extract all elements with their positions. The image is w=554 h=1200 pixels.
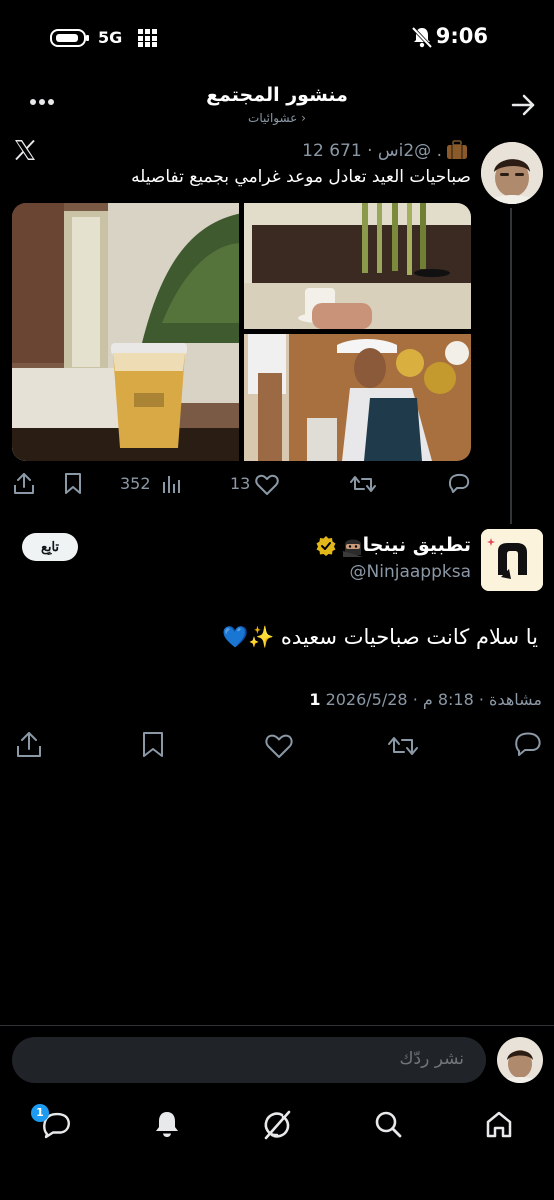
repost-icon[interactable] bbox=[350, 474, 376, 494]
network-type: 5G bbox=[98, 28, 123, 47]
post-meta: 1 مشاهدة · 8:18 م · 2026/5/28 bbox=[309, 690, 542, 709]
x-logo-icon bbox=[14, 139, 36, 161]
search-icon[interactable] bbox=[374, 1110, 402, 1138]
author-name[interactable]: تطبيق نينجا bbox=[363, 534, 471, 556]
clock: 9:06 bbox=[435, 24, 488, 48]
bookmark-icon[interactable] bbox=[142, 732, 164, 757]
views-icon[interactable] bbox=[161, 474, 181, 494]
repost-icon[interactable] bbox=[388, 734, 418, 758]
author-handle[interactable]: @Ninjaappksa bbox=[350, 562, 471, 582]
thread-line bbox=[510, 208, 512, 524]
reply-input[interactable]: نشر ردّك bbox=[12, 1037, 486, 1083]
reply-icon[interactable] bbox=[514, 732, 542, 757]
reply-icon[interactable] bbox=[448, 473, 470, 494]
home-icon[interactable] bbox=[485, 1110, 513, 1138]
ninja-emoji-icon bbox=[341, 535, 365, 557]
like-icon[interactable] bbox=[265, 734, 293, 758]
verified-badge-icon bbox=[316, 536, 336, 556]
share-icon[interactable] bbox=[14, 473, 34, 494]
notifications-icon[interactable] bbox=[154, 1110, 180, 1138]
photo-planter-coffee bbox=[244, 203, 471, 329]
grok-icon[interactable] bbox=[262, 1110, 292, 1140]
photo-cafe-drink bbox=[12, 203, 242, 461]
views-count: 352 bbox=[120, 474, 151, 493]
back-arrow-icon[interactable] bbox=[511, 94, 535, 116]
reply-placeholder: نشر ردّك bbox=[399, 1049, 464, 1069]
post-text: يا سلام كانت صباحيات سعيده ✨💙 bbox=[221, 625, 538, 649]
reply-divider bbox=[0, 1025, 554, 1026]
like-icon[interactable] bbox=[255, 474, 279, 495]
signal-icon bbox=[138, 29, 162, 47]
bookmark-icon[interactable] bbox=[64, 473, 82, 494]
suitcase-emoji-icon bbox=[446, 140, 468, 160]
ninja-avatar[interactable] bbox=[481, 529, 543, 591]
parent-post-media[interactable] bbox=[12, 203, 471, 461]
community-link[interactable]: عشوائيات › bbox=[0, 111, 554, 125]
follow-button[interactable]: تابِع bbox=[22, 533, 78, 561]
bell-muted-icon bbox=[412, 26, 432, 48]
parent-post-text: صباحيات العيد تعادل موعد غرامي بجميع تفا… bbox=[131, 167, 471, 187]
likes-count: 13 bbox=[230, 474, 251, 493]
photo-barista bbox=[244, 334, 471, 461]
parent-post-meta: 12 س · 671i2@ . bbox=[302, 141, 442, 161]
parent-avatar[interactable] bbox=[481, 142, 543, 204]
status-bar: 5G 9:06 bbox=[0, 0, 554, 70]
messages-badge: 1 bbox=[31, 1104, 49, 1122]
battery-icon bbox=[50, 29, 90, 47]
post-views-count: 1 bbox=[309, 690, 321, 709]
page-title: منشور المجتمع bbox=[206, 84, 348, 106]
post-meta-rest: مشاهدة · 8:18 م · 2026/5/28 bbox=[325, 690, 542, 709]
my-avatar[interactable] bbox=[497, 1037, 543, 1083]
share-icon[interactable] bbox=[17, 732, 41, 757]
